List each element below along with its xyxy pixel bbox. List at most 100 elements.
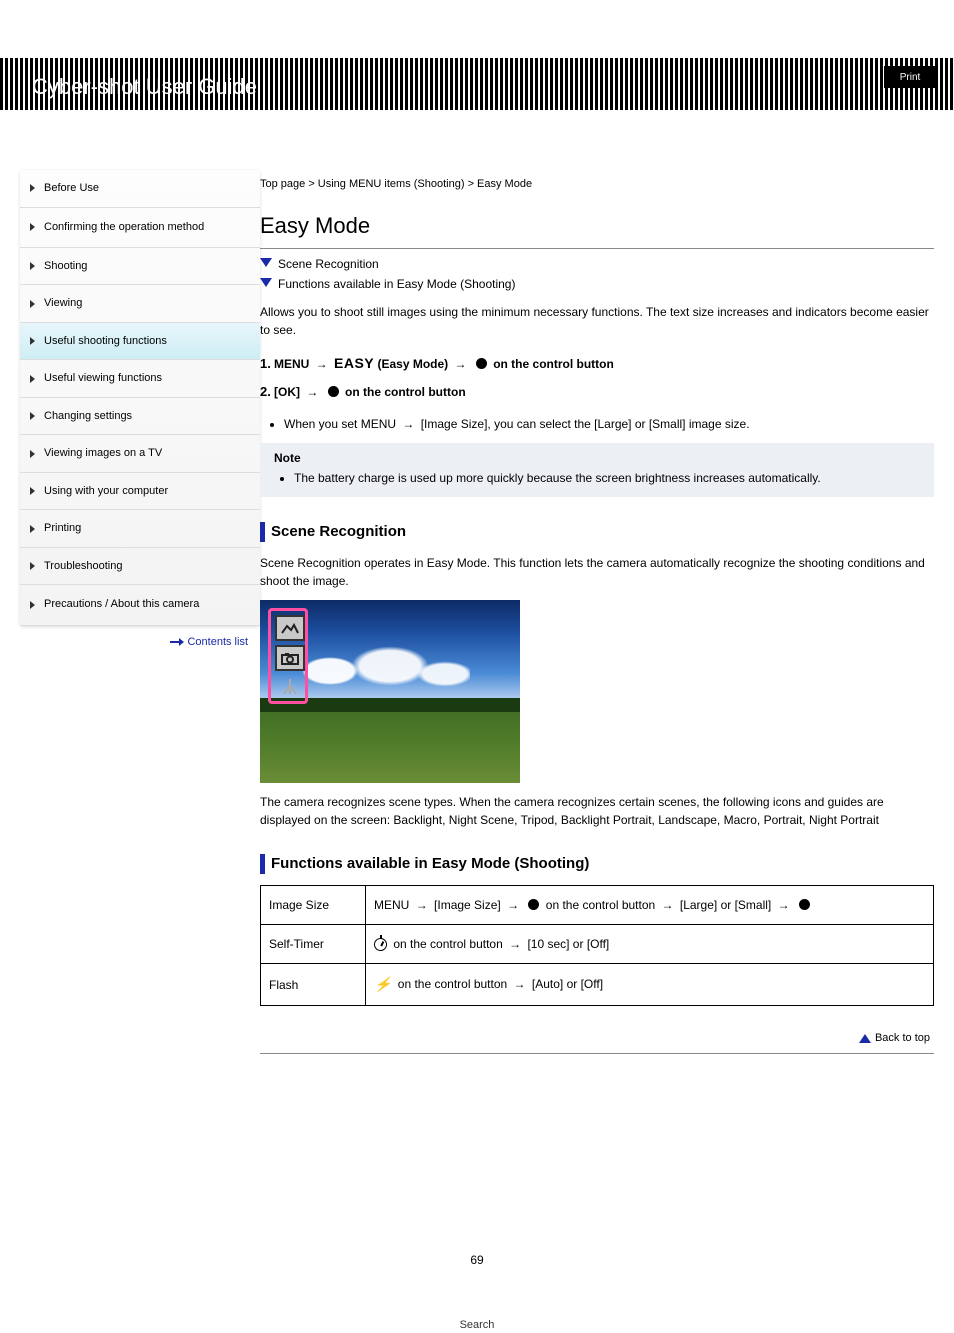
sidebar-item-troubleshooting[interactable]: Troubleshooting [20,548,260,586]
step-text: on the control button [493,357,614,371]
toc-label: Scene Recognition [278,255,379,273]
bullet-item: When you set MENU [Image Size], you can … [284,415,934,433]
sidebar-item-label: Precautions / About this camera [44,598,199,610]
center-button-icon [799,899,810,910]
row-content: MENU [Image Size] on the control button … [366,886,934,925]
center-button-icon [528,899,539,910]
breadcrumb: Top page > Using MENU items (Shooting) >… [260,176,934,193]
row-content: ⚡ on the control button [Auto] or [Off] [366,964,934,1006]
triangle-down-icon [260,258,272,267]
chevron-right-icon [30,262,35,270]
bullet-list: When you set MENU [Image Size], you can … [266,415,934,433]
step-text: (Easy Mode) [377,357,451,371]
sidebar-item-label: Changing settings [44,410,132,422]
sidebar-item-label: Useful shooting functions [44,335,167,347]
sidebar-item-label: Viewing images on a TV [44,447,162,459]
bullet-text: [Image Size], you can select the [Large]… [421,417,750,431]
landscape-icon [275,615,305,641]
toc-link-scene[interactable]: Scene Recognition [260,255,934,273]
sidebar-item-label: Viewing [44,297,82,309]
arrow-right-icon [313,357,331,371]
page-number: 69 [0,1251,954,1269]
sidebar-item-label: Useful viewing functions [44,372,162,384]
page-title: Easy Mode [260,209,934,249]
sidebar-item-shooting[interactable]: Shooting [20,248,260,286]
arrow-right-icon [303,385,321,399]
cell-text: [Image Size] [434,898,501,912]
divider [260,1053,934,1054]
chevron-right-icon [30,223,35,231]
functions-table: Image Size MENU [Image Size] on the cont… [260,885,934,1006]
sidebar-item-useful-viewing[interactable]: Useful viewing functions [20,360,260,398]
header-search-label: Search [0,1317,954,1333]
chevron-right-icon [30,300,35,308]
note-label: Note [274,449,924,467]
chevron-right-icon [30,337,35,345]
back-to-top-link[interactable]: Back to top [260,1030,930,1047]
sidebar-item-before-use[interactable]: Before Use [20,170,260,208]
sidebar-item-precautions[interactable]: Precautions / About this camera [20,585,260,625]
cell-text: [Large] or [Small] [680,898,771,912]
contents-list-label: Contents list [187,636,248,648]
arrow-right-icon [775,898,793,912]
sidebar-item-useful-shooting[interactable]: Useful shooting functions [20,323,260,361]
intro-paragraph: Allows you to shoot still images using t… [260,303,934,339]
cell-text: MENU [374,898,409,912]
chevron-right-icon [30,450,35,458]
sidebar: Before Use Confirming the operation meth… [20,170,260,626]
steps-list: 1. MENU EASY (Easy Mode) on the control … [260,353,934,402]
print-button[interactable]: Print [884,66,936,88]
row-label: Flash [261,964,366,1006]
chevron-right-icon [30,562,35,570]
camera-icon [275,645,305,671]
sidebar-item-label: Before Use [44,182,99,194]
chevron-right-icon [30,601,35,609]
chevron-right-icon [30,412,35,420]
flash-icon: ⚡ [374,974,391,995]
bullet-text: When you set MENU [284,417,399,431]
row-label: Self-Timer [261,925,366,964]
sidebar-item-label: Troubleshooting [44,560,122,572]
sidebar-item-printing[interactable]: Printing [20,510,260,548]
sidebar-item-label: Shooting [44,260,87,272]
center-button-icon [476,358,487,369]
sidebar-item-viewing[interactable]: Viewing [20,285,260,323]
table-row: Flash ⚡ on the control button [Auto] or … [261,964,934,1006]
triangle-up-icon [859,1034,871,1043]
center-button-icon [328,386,339,397]
subheading-functions: Functions available in Easy Mode (Shooti… [260,853,934,876]
header-band: Cyber-shot User Guide Print [0,58,954,110]
sidebar-item-operation[interactable]: Confirming the operation method [20,208,260,248]
step-text: on the control button [345,385,466,399]
chevron-right-icon [30,525,35,533]
arrow-right-icon [170,637,184,647]
note-text: The battery charge is used up more quick… [294,469,924,487]
arrow-right-icon [659,898,677,912]
sidebar-item-label: Using with your computer [44,485,168,497]
icon-panel-highlight [268,608,308,704]
cell-text: on the control button [393,937,502,951]
chevron-right-icon [30,375,35,383]
step-number: 2. [260,382,274,402]
cell-text: [10 sec] or [Off] [527,937,609,951]
step-number: 1. [260,354,274,374]
chevron-right-icon [30,184,35,192]
camera-screen-preview [260,600,520,783]
cell-text: [Auto] or [Off] [532,977,603,991]
triangle-down-icon [260,278,272,287]
arrow-right-icon [413,898,431,912]
back-top-label: Back to top [875,1032,930,1044]
sidebar-item-label: Confirming the operation method [44,221,204,233]
sidebar-item-changing-settings[interactable]: Changing settings [20,398,260,436]
cell-text: on the control button [546,898,655,912]
step-text: [OK] [274,385,303,399]
toc-label: Functions available in Easy Mode (Shooti… [278,275,515,293]
toc-link-functions[interactable]: Functions available in Easy Mode (Shooti… [260,275,934,293]
self-timer-icon [374,938,387,951]
step-2: 2. [OK] on the control button [260,382,934,402]
sidebar-item-tv[interactable]: Viewing images on a TV [20,435,260,473]
chevron-right-icon [30,487,35,495]
sidebar-item-computer[interactable]: Using with your computer [20,473,260,511]
contents-list-link[interactable]: Contents list [20,626,260,651]
arrow-right-icon [511,977,529,991]
